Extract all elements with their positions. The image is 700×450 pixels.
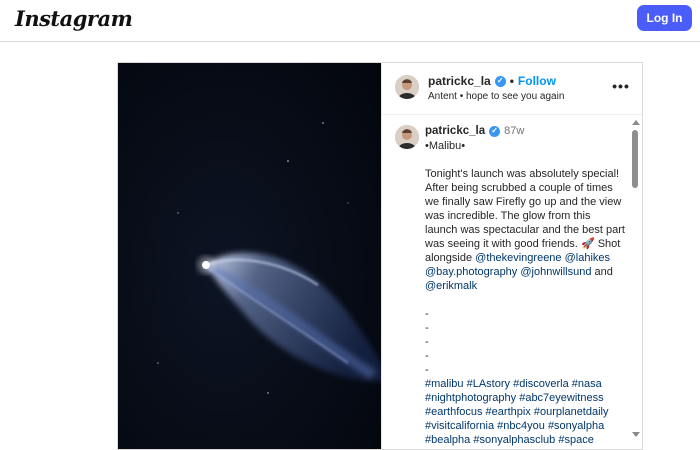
dash-line: - bbox=[425, 308, 429, 320]
hashtag-link[interactable]: #sonyalpha bbox=[548, 420, 604, 432]
dash-line: - bbox=[425, 350, 429, 362]
mention-link[interactable]: @lahikes bbox=[565, 252, 610, 264]
post-header: patrickc_la ✓ • Follow Antent • hope to … bbox=[382, 63, 642, 115]
caption-text: •Malibu• Tonight's launch was absolutely… bbox=[425, 139, 625, 447]
hashtag-link[interactable]: #space bbox=[558, 434, 593, 446]
follow-button[interactable]: Follow bbox=[518, 74, 556, 88]
hashtag-link[interactable]: #nightphotography bbox=[425, 392, 516, 404]
mention-link[interactable]: @bay.photography bbox=[425, 266, 517, 278]
hashtag-link[interactable]: #ourplanetdaily bbox=[534, 406, 609, 418]
top-bar: Instagram Log In bbox=[0, 0, 700, 42]
caption-username[interactable]: patrickc_la bbox=[425, 125, 485, 137]
caption-area[interactable]: patrickc_la ✓ 87w •Malibu• Tonight's lau… bbox=[382, 115, 642, 449]
post-time[interactable]: 87w bbox=[504, 125, 524, 137]
post-card: patrickc_la ✓ • Follow Antent • hope to … bbox=[117, 62, 643, 450]
hashtag-link[interactable]: #visitcalifornia bbox=[425, 420, 494, 432]
hashtag-list: #malibu #LAstory #discoverla #nasa #nigh… bbox=[425, 377, 625, 447]
author-username[interactable]: patrickc_la bbox=[428, 74, 491, 88]
caption-avatar[interactable] bbox=[395, 125, 419, 149]
instagram-logo[interactable]: Instagram bbox=[15, 6, 133, 31]
post-sidebar: patrickc_la ✓ • Follow Antent • hope to … bbox=[381, 63, 642, 449]
avatar-image bbox=[395, 125, 419, 149]
hashtag-link[interactable]: #bealpha bbox=[425, 434, 470, 446]
caption-location: •Malibu• bbox=[425, 140, 466, 152]
verified-icon: ✓ bbox=[489, 125, 501, 137]
hashtag-link[interactable]: #malibu bbox=[425, 378, 464, 390]
verified-icon: ✓ bbox=[494, 75, 506, 87]
avatar[interactable] bbox=[395, 75, 419, 99]
hashtag-link[interactable]: #abc7eyewitness bbox=[519, 392, 603, 404]
rocket-icon: 🚀 bbox=[580, 238, 595, 250]
scroll-down-icon[interactable] bbox=[632, 432, 640, 437]
mention-link[interactable]: @erikmalk bbox=[425, 280, 477, 292]
caption-scrollbar[interactable] bbox=[629, 115, 641, 449]
caption-body: Tonight's launch was absolutely special!… bbox=[425, 168, 625, 250]
login-button[interactable]: Log In bbox=[637, 5, 692, 31]
hashtag-link[interactable]: #sonyalphasclub bbox=[473, 434, 555, 446]
post-author: patrickc_la ✓ • Follow bbox=[428, 74, 556, 88]
hashtag-link[interactable]: #nbc4you bbox=[497, 420, 545, 432]
hashtag-link[interactable]: #LAstory bbox=[467, 378, 510, 390]
hashtag-link[interactable]: #earthfocus bbox=[425, 406, 482, 418]
and-text: and bbox=[594, 266, 613, 278]
more-options-icon[interactable]: ••• bbox=[611, 76, 631, 96]
caption-author: patrickc_la ✓ 87w bbox=[425, 125, 524, 137]
post-subtitle[interactable]: Antent • hope to see you again bbox=[428, 91, 564, 102]
dash-line: - bbox=[425, 322, 429, 334]
dash-line: - bbox=[425, 336, 429, 348]
mention-link[interactable]: @thekevingreene bbox=[475, 252, 561, 264]
post-image[interactable] bbox=[118, 63, 381, 449]
avatar-image bbox=[395, 75, 419, 99]
dash-line: - bbox=[425, 364, 429, 376]
scroll-thumb[interactable] bbox=[632, 130, 638, 188]
hashtag-link[interactable]: #earthpix bbox=[486, 406, 531, 418]
scroll-up-icon[interactable] bbox=[632, 120, 640, 125]
separator-dot: • bbox=[509, 74, 514, 88]
hashtag-link[interactable]: #nasa bbox=[572, 378, 602, 390]
mention-link[interactable]: @johnwillsund bbox=[520, 266, 591, 278]
hashtag-link[interactable]: #discoverla bbox=[513, 378, 569, 390]
rocket-launch-photo bbox=[118, 63, 381, 449]
